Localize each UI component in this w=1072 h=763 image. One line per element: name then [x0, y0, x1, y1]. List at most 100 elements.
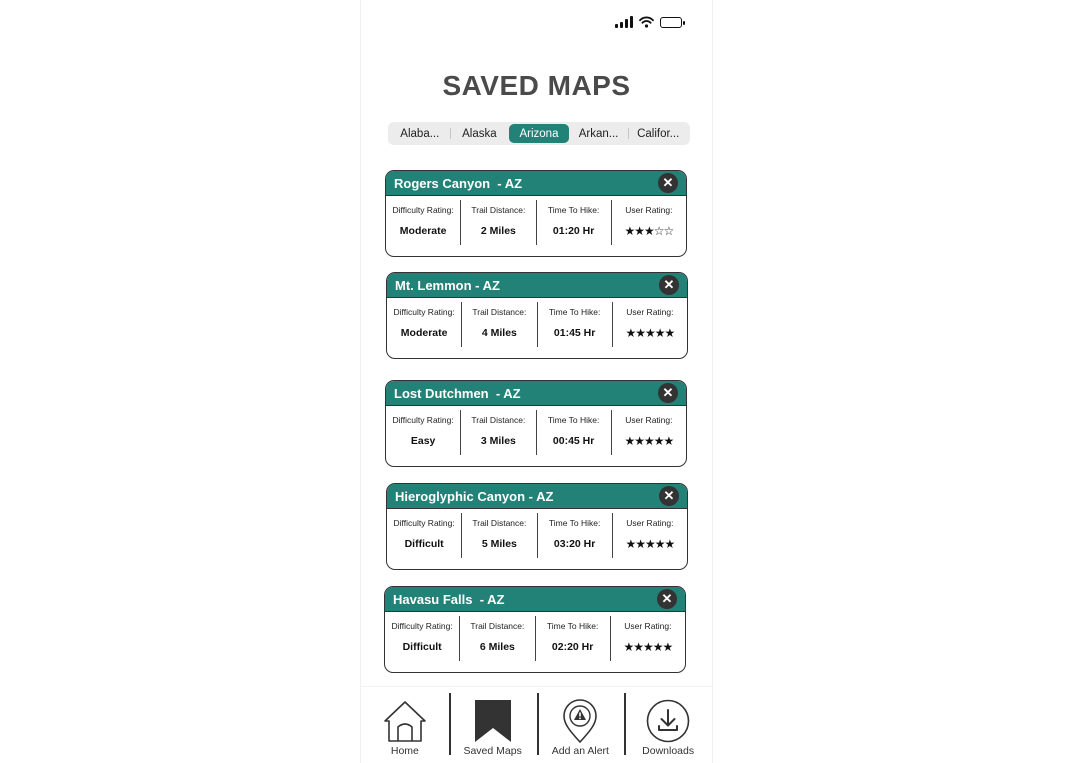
- star-rating-icon: ★★★★★: [623, 640, 673, 654]
- time-label: Time To Hike:: [547, 205, 600, 215]
- wifi-icon: [639, 16, 654, 28]
- trail-title: Rogers Canyon - AZ: [394, 175, 523, 191]
- time-label: Time To Hike:: [546, 621, 599, 631]
- phone-screen: SAVED MAPS Alaba... Alaska Arizona Arkan…: [360, 0, 713, 763]
- nav-saved-maps-label: Saved Maps: [463, 745, 522, 757]
- trail-card-header: Havasu Falls - AZ ✕: [385, 587, 685, 612]
- distance-value: 6 Miles: [479, 641, 515, 653]
- time-label: Time To Hike:: [547, 415, 600, 425]
- remove-trail-button[interactable]: ✕: [658, 383, 678, 403]
- trail-stats: Difficulty Rating: Easy Trail Distance: …: [386, 406, 686, 466]
- difficulty-value: Moderate: [399, 225, 447, 237]
- difficulty-value: Difficult: [404, 538, 444, 550]
- difficulty-label: Difficulty Rating:: [393, 307, 455, 317]
- time-column: Time To Hike: 01:20 Hr: [535, 200, 611, 245]
- battery-icon: [660, 16, 685, 28]
- difficulty-column: Difficulty Rating: Difficult: [387, 513, 461, 558]
- difficulty-column: Difficulty Rating: Moderate: [386, 200, 460, 245]
- trail-card-header: Lost Dutchmen - AZ ✕: [386, 381, 686, 406]
- tab-california[interactable]: Califor...: [628, 124, 688, 143]
- difficulty-label: Difficulty Rating:: [392, 205, 454, 215]
- remove-trail-button[interactable]: ✕: [657, 589, 677, 609]
- cellular-signal-icon: [615, 16, 633, 28]
- distance-label: Trail Distance:: [471, 415, 526, 425]
- time-value: 00:45 Hr: [552, 435, 595, 447]
- tab-arizona[interactable]: Arizona: [509, 124, 569, 143]
- trail-title: Havasu Falls - AZ: [393, 591, 505, 607]
- trail-card[interactable]: Rogers Canyon - AZ ✕ Difficulty Rating: …: [385, 170, 687, 257]
- rating-column: User Rating: ★★★★★: [609, 616, 685, 661]
- trail-stats: Difficulty Rating: Difficult Trail Dista…: [385, 612, 685, 672]
- distance-label: Trail Distance:: [472, 518, 527, 528]
- difficulty-label: Difficulty Rating:: [392, 415, 454, 425]
- distance-label: Trail Distance:: [470, 621, 525, 631]
- home-icon: [384, 701, 426, 742]
- trail-stats: Difficulty Rating: Difficult Trail Dista…: [387, 509, 687, 569]
- difficulty-value: Easy: [410, 435, 436, 447]
- nav-home[interactable]: Home: [361, 687, 449, 763]
- rating-label: User Rating:: [625, 415, 673, 425]
- difficulty-column: Difficulty Rating: Easy: [386, 410, 460, 455]
- distance-value: 2 Miles: [480, 225, 516, 237]
- page-title: SAVED MAPS: [442, 70, 631, 101]
- bookmark-icon: [474, 700, 511, 742]
- tab-alabama[interactable]: Alaba...: [390, 124, 450, 143]
- nav-add-alert[interactable]: Add an Alert: [536, 687, 625, 763]
- time-column: Time To Hike: 01:45 Hr: [536, 302, 612, 347]
- trail-stats: Difficulty Rating: Moderate Trail Distan…: [387, 298, 687, 358]
- trail-card-header: Hieroglyphic Canyon - AZ ✕: [387, 484, 687, 509]
- nav-downloads[interactable]: Downloads: [624, 687, 712, 763]
- rating-label: User Rating:: [626, 307, 674, 317]
- tab-alaska[interactable]: Alaska: [449, 124, 510, 143]
- difficulty-column: Difficulty Rating: Moderate: [387, 302, 461, 347]
- distance-column: Trail Distance: 3 Miles: [460, 410, 535, 455]
- trail-title: Mt. Lemmon - AZ: [395, 277, 500, 293]
- difficulty-value: Difficult: [402, 641, 442, 653]
- star-rating-icon: ★★★★★: [624, 434, 674, 448]
- time-label: Time To Hike:: [548, 307, 601, 317]
- star-rating-icon: ★★★★★: [625, 326, 675, 340]
- rating-label: User Rating:: [624, 621, 672, 631]
- state-tabs: Alaba... Alaska Arizona Arkan... Califor…: [388, 122, 690, 145]
- distance-column: Trail Distance: 5 Miles: [461, 513, 536, 558]
- distance-value: 3 Miles: [480, 435, 516, 447]
- nav-add-alert-label: Add an Alert: [551, 745, 609, 757]
- trail-card-header: Rogers Canyon - AZ ✕: [386, 171, 686, 196]
- time-value: 03:20 Hr: [553, 538, 596, 550]
- trail-title: Hieroglyphic Canyon - AZ: [395, 488, 554, 504]
- tab-arkansas[interactable]: Arkan...: [569, 124, 629, 143]
- distance-value: 5 Miles: [481, 538, 517, 550]
- time-value: 01:20 Hr: [552, 225, 595, 237]
- nav-downloads-label: Downloads: [642, 745, 695, 757]
- distance-value: 4 Miles: [481, 327, 517, 339]
- difficulty-label: Difficulty Rating:: [393, 518, 455, 528]
- remove-trail-button[interactable]: ✕: [659, 275, 679, 295]
- alert-pin-icon: [563, 699, 598, 743]
- time-column: Time To Hike: 02:20 Hr: [534, 616, 610, 661]
- time-value: 02:20 Hr: [551, 641, 594, 653]
- time-column: Time To Hike: 03:20 Hr: [536, 513, 612, 558]
- time-label: Time To Hike:: [548, 518, 601, 528]
- nav-home-label: Home: [390, 745, 419, 757]
- trail-card[interactable]: Mt. Lemmon - AZ ✕ Difficulty Rating: Mod…: [386, 272, 688, 359]
- trail-card[interactable]: Lost Dutchmen - AZ ✕ Difficulty Rating: …: [385, 380, 687, 467]
- rating-column: User Rating: ★★★★★: [611, 302, 687, 347]
- trail-card[interactable]: Hieroglyphic Canyon - AZ ✕ Difficulty Ra…: [386, 483, 688, 570]
- star-rating-icon: ★★★☆☆: [624, 224, 674, 238]
- bottom-nav: Home Saved Maps Add an Alert Downloads: [361, 686, 712, 763]
- trail-card[interactable]: Havasu Falls - AZ ✕ Difficulty Rating: D…: [384, 586, 686, 673]
- nav-saved-maps[interactable]: Saved Maps: [448, 687, 537, 763]
- time-column: Time To Hike: 00:45 Hr: [535, 410, 611, 455]
- difficulty-label: Difficulty Rating:: [391, 621, 453, 631]
- distance-label: Trail Distance:: [472, 307, 527, 317]
- rating-label: User Rating:: [625, 205, 673, 215]
- trail-title: Lost Dutchmen - AZ: [394, 385, 521, 401]
- status-bar: [615, 16, 685, 28]
- rating-column: User Rating: ★★★☆☆: [610, 200, 686, 245]
- download-icon: [646, 699, 690, 743]
- rating-column: User Rating: ★★★★★: [611, 513, 687, 558]
- remove-trail-button[interactable]: ✕: [658, 173, 678, 193]
- star-rating-icon: ★★★★★: [625, 537, 675, 551]
- remove-trail-button[interactable]: ✕: [659, 486, 679, 506]
- distance-label: Trail Distance:: [471, 205, 526, 215]
